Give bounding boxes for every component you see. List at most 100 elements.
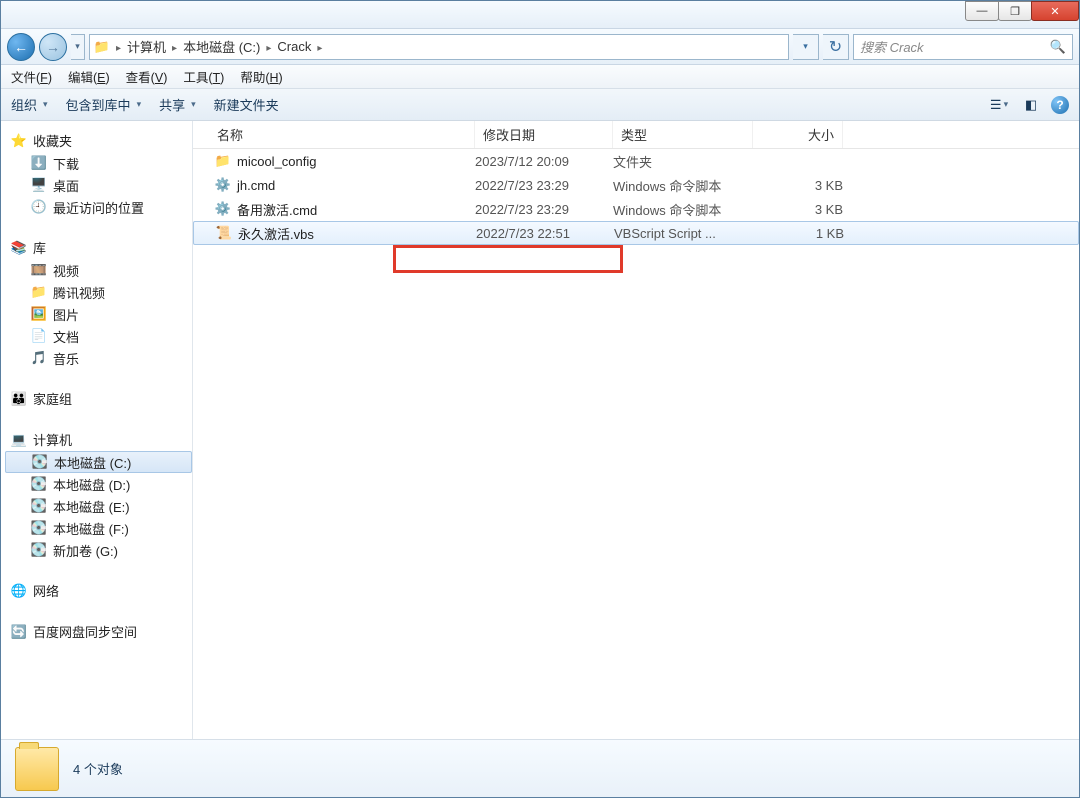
status-text: 4 个对象 <box>73 759 123 778</box>
nav-history-dropdown[interactable]: ▾ <box>71 34 85 60</box>
file-name: 备用激活.cmd <box>237 200 317 219</box>
star-icon: ⭐ <box>11 133 27 149</box>
drive-icon: 💽 <box>32 454 48 470</box>
drive-g[interactable]: 💽新加卷 (G:) <box>5 539 192 561</box>
refresh-icon: ↻ <box>829 37 842 57</box>
col-date[interactable]: 修改日期 <box>475 121 613 148</box>
video-icon: 🎞️ <box>31 262 47 278</box>
close-icon: ✕ <box>1050 5 1059 18</box>
drive-c[interactable]: 💽本地磁盘 (C:) <box>5 451 192 473</box>
music-icon: 🎵 <box>31 350 47 366</box>
menu-bar: 文件(F) 编辑(E) 查看(V) 工具(T) 帮助(H) <box>1 65 1079 89</box>
library-tencent[interactable]: 📁腾讯视频 <box>5 281 192 303</box>
drive-e[interactable]: 💽本地磁盘 (E:) <box>5 495 192 517</box>
close-button[interactable]: ✕ <box>1031 1 1079 21</box>
libraries-group[interactable]: 📚 库 <box>5 236 192 259</box>
breadcrumb-computer[interactable]: 计算机 <box>127 37 166 56</box>
picture-icon: 🖼️ <box>31 306 47 322</box>
favorites-downloads[interactable]: ⬇️下载 <box>5 152 192 174</box>
preview-pane-button[interactable]: ◧ <box>1019 94 1043 116</box>
file-rows[interactable]: 📁micool_config2023/7/12 20:09文件夹 ⚙️ jh.cmd… <box>193 149 1079 739</box>
menu-view[interactable]: 查看(V) <box>126 67 168 86</box>
column-headers: 名称 修改日期 类型 大小 <box>193 121 1079 149</box>
folder-icon: 📁 <box>94 39 110 55</box>
minimize-icon: — <box>977 5 988 17</box>
address-bar[interactable]: 📁 计算机 本地磁盘 (C:) Crack <box>89 34 789 60</box>
drive-icon: 💽 <box>31 520 47 536</box>
library-music[interactable]: 🎵音乐 <box>5 347 192 369</box>
drive-icon: 💽 <box>31 542 47 558</box>
file-type: Windows 命令脚本 <box>613 176 753 195</box>
refresh-button[interactable]: ↻ <box>823 34 849 60</box>
library-pictures[interactable]: 🖼️图片 <box>5 303 192 325</box>
file-row[interactable]: 📜永久激活.vbs2022/7/23 22:51VBScript Script … <box>193 221 1079 245</box>
file-row[interactable]: 📁micool_config2023/7/12 20:09文件夹 <box>193 149 1079 173</box>
breadcrumb-folder[interactable]: Crack <box>277 39 311 54</box>
search-box[interactable]: 搜索 Crack 🔍 <box>853 34 1073 60</box>
baidu-sync[interactable]: 🔄 百度网盘同步空间 <box>5 620 192 643</box>
share-button[interactable]: 共享 <box>159 95 196 114</box>
breadcrumb-drive[interactable]: 本地磁盘 (C:) <box>183 37 260 56</box>
file-list-pane: 名称 修改日期 类型 大小 📁micool_config2023/7/12 20… <box>193 121 1079 739</box>
body: ⭐ 收藏夹 ⬇️下载 🖥️桌面 🕘最近访问的位置 📚 库 🎞️视频 📁腾讯视频 … <box>1 121 1079 739</box>
menu-tools[interactable]: 工具(T) <box>183 67 224 86</box>
file-date: 2022/7/23 23:29 <box>475 202 613 217</box>
nav-bar: ← → ▾ 📁 计算机 本地磁盘 (C:) Crack ▾ ↻ 搜索 Crack… <box>1 29 1079 65</box>
favorites-group[interactable]: ⭐ 收藏夹 <box>5 129 192 152</box>
file-size: 1 KB <box>754 226 844 241</box>
homegroup[interactable]: 👪 家庭组 <box>5 387 192 410</box>
maximize-button[interactable]: ❐ <box>998 1 1032 21</box>
network-icon: 🌐 <box>11 583 27 599</box>
search-icon: 🔍 <box>1050 39 1066 55</box>
library-videos[interactable]: 🎞️视频 <box>5 259 192 281</box>
command-bar: 组织 包含到库中 共享 新建文件夹 ☰ ◧ ? <box>1 89 1079 121</box>
computer-group[interactable]: 💻 计算机 <box>5 428 192 451</box>
library-icon: 📚 <box>11 240 27 256</box>
search-placeholder: 搜索 Crack <box>860 37 924 56</box>
file-icon: ⚙️ <box>215 177 231 193</box>
include-in-library-button[interactable]: 包含到库中 <box>66 95 142 114</box>
view-options-button[interactable]: ☰ <box>987 94 1011 116</box>
menu-edit[interactable]: 编辑(E) <box>68 67 110 86</box>
chevron-down-icon: ▾ <box>803 41 808 52</box>
folder-large-icon <box>15 747 59 791</box>
navigation-pane[interactable]: ⭐ 收藏夹 ⬇️下载 🖥️桌面 🕘最近访问的位置 📚 库 🎞️视频 📁腾讯视频 … <box>1 121 193 739</box>
details-pane: 4 个对象 <box>1 739 1079 797</box>
file-name: jh.cmd <box>237 178 275 193</box>
favorites-recent[interactable]: 🕘最近访问的位置 <box>5 196 192 218</box>
file-icon: 📜 <box>216 225 232 241</box>
menu-file[interactable]: 文件(F) <box>11 67 52 86</box>
highlight-annotation <box>393 245 623 273</box>
drive-f[interactable]: 💽本地磁盘 (F:) <box>5 517 192 539</box>
file-date: 2022/7/23 23:29 <box>475 178 613 193</box>
library-documents[interactable]: 📄文档 <box>5 325 192 347</box>
help-icon: ? <box>1056 98 1063 112</box>
maximize-icon: ❐ <box>1010 5 1020 18</box>
drive-d[interactable]: 💽本地磁盘 (D:) <box>5 473 192 495</box>
col-type[interactable]: 类型 <box>613 121 753 148</box>
file-icon: 📁 <box>215 153 231 169</box>
col-size[interactable]: 大小 <box>753 121 843 148</box>
network-group[interactable]: 🌐 网络 <box>5 579 192 602</box>
file-icon: ⚙️ <box>215 201 231 217</box>
help-button[interactable]: ? <box>1051 96 1069 114</box>
chevron-down-icon: ▾ <box>75 41 80 52</box>
view-icon: ☰ <box>990 97 1002 113</box>
organize-button[interactable]: 组织 <box>11 95 48 114</box>
file-row[interactable]: ⚙️ jh.cmd 2022/7/23 23:29Windows 命令脚本3 KB <box>193 173 1079 197</box>
new-folder-button[interactable]: 新建文件夹 <box>214 95 279 114</box>
back-button[interactable]: ← <box>7 33 35 61</box>
file-name: 永久激活.vbs <box>238 224 314 243</box>
forward-button[interactable]: → <box>39 33 67 61</box>
file-row[interactable]: ⚙️备用激活.cmd2022/7/23 23:29Windows 命令脚本3 K… <box>193 197 1079 221</box>
folder-icon: 📁 <box>31 284 47 300</box>
favorites-desktop[interactable]: 🖥️桌面 <box>5 174 192 196</box>
minimize-button[interactable]: — <box>965 1 999 21</box>
menu-help[interactable]: 帮助(H) <box>240 67 282 86</box>
col-name[interactable]: 名称 <box>193 121 475 148</box>
file-date: 2022/7/23 22:51 <box>476 226 614 241</box>
desktop-icon: 🖥️ <box>31 177 47 193</box>
address-dropdown[interactable]: ▾ <box>793 34 819 60</box>
file-size: 3 KB <box>753 178 843 193</box>
drive-icon: 💽 <box>31 476 47 492</box>
